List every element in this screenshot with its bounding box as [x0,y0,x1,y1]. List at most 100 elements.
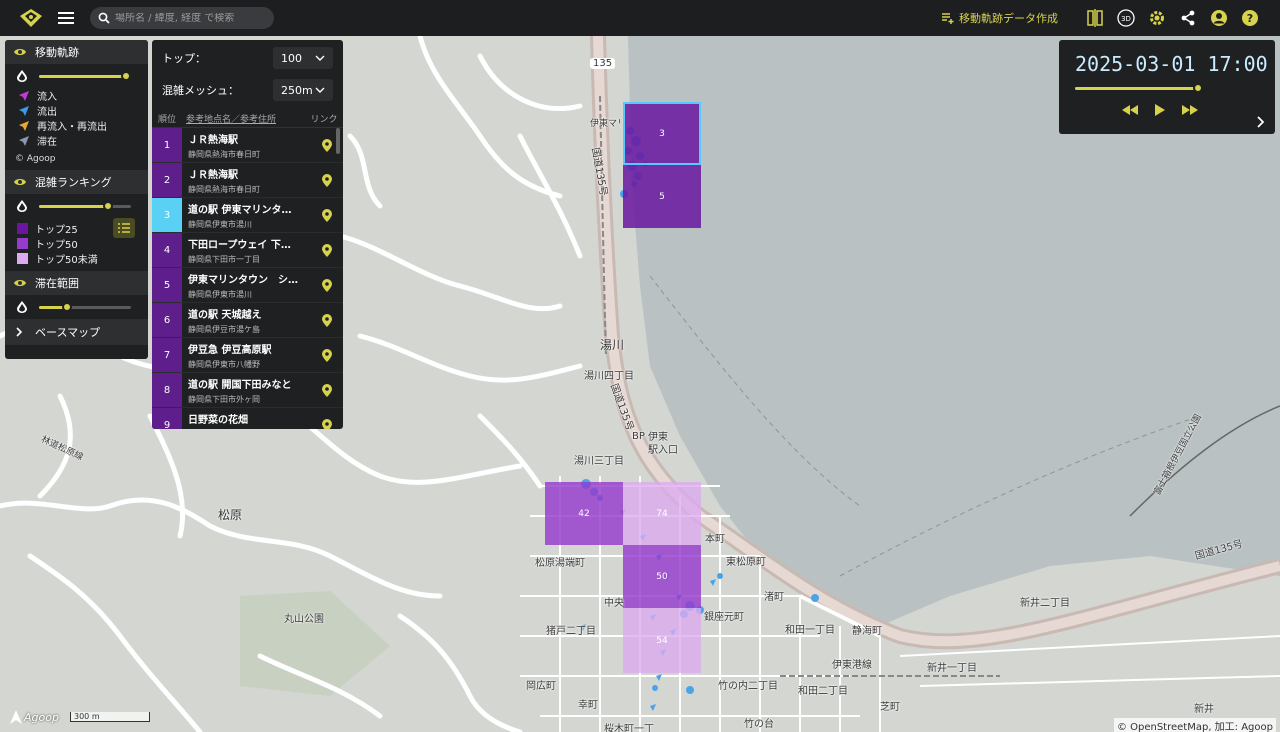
mesh-label: 74 [656,508,668,519]
mesh-label: 3 [659,128,665,139]
ranking-row[interactable]: 2 ＪＲ熱海駅 静岡県熱海市春日町 [152,163,343,198]
location-pin-button[interactable] [311,338,343,372]
layer-header-trajectory[interactable]: 移動軌跡 [5,40,148,64]
split-view-icon[interactable] [1085,8,1105,28]
location-pin-icon [322,138,332,152]
opacity-slider-ranking[interactable] [5,194,148,218]
top-label: トップ： [162,52,206,65]
col-link: リンク [310,115,338,125]
trajectory-legend-label: 流出 [37,107,57,118]
location-pin-button[interactable] [311,198,343,232]
ranking-list-button[interactable] [113,218,135,238]
map-label-shizumi: 静海町 [852,626,882,637]
location-pin-button[interactable] [311,303,343,337]
location-pin-button[interactable] [311,408,343,429]
layer-header-ranking[interactable]: 混雑ランキング [5,170,148,194]
mesh-select[interactable]: 250m [273,79,333,101]
time-slider-knob[interactable] [1193,83,1204,93]
ranking-row[interactable]: 7 伊豆急 伊豆高原駅 静岡県伊東市八幡野 [152,338,343,373]
search-icon [98,12,110,24]
mesh-cell-rank-54[interactable]: 54 [623,608,701,673]
settings-icon[interactable] [1147,8,1167,28]
ranking-row[interactable]: 6 道の駅 天城越え 静岡県伊豆市湯ケ島 [152,303,343,338]
rank-place: 日野菜の花畑 静岡県南伊豆町 [182,408,311,429]
ranking-row[interactable]: 5 伊東マリンタウン シ… 静岡県伊東市湯川 [152,268,343,303]
mesh-cell-rank-42[interactable]: 42 [545,482,623,545]
mesh-cell-rank-5[interactable]: 5 [623,165,701,228]
eye-icon[interactable] [13,47,27,57]
col-rank: 順位 [157,115,176,125]
arrow-icon [19,135,29,146]
top-select[interactable]: 100 [273,47,333,69]
map-label-maruyama: 丸山公園 [284,614,324,625]
map-label-yukawa4: 湯川四丁目 [584,371,634,382]
ranking-row[interactable]: 4 下田ロープウェイ 下… 静岡県下田市一丁目 [152,233,343,268]
trajectory-legend-item: 再流入・再流出 [5,118,148,133]
col-place[interactable]: 参考地点名／参考住所 [182,112,305,125]
opacity-slider-stay[interactable] [5,295,148,319]
help-icon[interactable]: ? [1240,8,1260,28]
play-button[interactable] [1151,102,1169,118]
ranking-list[interactable]: 1 ＪＲ熱海駅 静岡県熱海市春日町 2 ＪＲ熱海駅 静岡県熱海市春日町 3 道の… [152,128,343,429]
3d-icon[interactable]: 3D [1116,8,1136,28]
mesh-label: 42 [578,508,590,519]
opacity-slider-trajectory[interactable] [5,64,148,88]
play-icon [1155,104,1165,116]
search-input[interactable] [115,12,265,24]
rank-place-address: 静岡県伊東市湯川 [188,289,252,299]
location-pin-button[interactable] [311,233,343,267]
app-logo-icon[interactable] [18,7,44,29]
menu-icon[interactable] [58,12,74,24]
rank-number: 9 [152,408,182,429]
mesh-cell-rank-50[interactable]: 50 [623,545,701,608]
rank-place-name: ＪＲ熱海駅 [188,169,238,181]
mesh-cell-rank-74[interactable]: 74 [623,482,701,545]
time-slider[interactable] [1075,83,1204,93]
map-label-yukawa3: 湯川三丁目 [574,456,624,467]
eye-icon[interactable] [13,278,27,288]
location-pin-button[interactable] [311,373,343,407]
rank-place-name: 日野菜の花畑 [188,414,248,426]
rank-place: 下田ロープウェイ 下… 静岡県下田市一丁目 [182,233,311,267]
ranking-legend-item: トップ50未満 [5,251,148,266]
slider-knob[interactable] [103,200,113,211]
account-icon[interactable] [1209,8,1229,28]
map-label-ito-port: 伊東港線 [832,660,872,671]
list-icon [118,223,130,233]
rewind-button[interactable] [1121,102,1139,118]
slider-knob[interactable] [61,301,72,312]
ranking-scrollbar[interactable] [336,128,340,154]
location-pin-button[interactable] [311,163,343,197]
chevron-right-icon[interactable] [1255,116,1265,128]
ranking-row[interactable]: 1 ＪＲ熱海駅 静岡県熱海市春日町 [152,128,343,163]
create-trajectory-button[interactable]: 移動軌跡データ作成 [941,10,1058,26]
map-label-takenouchi: 竹の内二丁目 [718,681,778,692]
chevron-right-icon [16,327,23,337]
map-label-ginza: 銀座元町 [704,612,744,623]
ranking-row[interactable]: 8 道の駅 開国下田みなと 静岡県下田市外ヶ岡 [152,373,343,408]
location-pin-button[interactable] [311,268,343,302]
fast-forward-button[interactable] [1181,102,1199,118]
map-label-naka: 中央 [604,598,624,609]
share-icon[interactable] [1178,8,1198,28]
search-box[interactable] [90,7,274,29]
rank-place: 伊豆急 伊豆高原駅 静岡県伊東市八幡野 [182,338,311,372]
eye-icon[interactable] [13,177,27,187]
rank-number: 7 [152,338,182,372]
mesh-select-value: 250m [281,83,313,97]
basemap-toggle[interactable]: ベースマップ [5,319,148,345]
rank-place-address: 静岡県熱海市春日町 [188,184,260,194]
agoop-logo-text: Agoop [24,710,59,724]
ranking-row[interactable]: 9 日野菜の花畑 静岡県南伊豆町 [152,408,343,429]
mesh-cell-rank-3[interactable]: 3 [623,102,701,165]
rank-place: 道の駅 伊東マリンタ… 静岡県伊東市湯川 [182,198,311,232]
map-attribution[interactable]: © OpenStreetMap, 加工: Agoop [1113,718,1276,732]
legend-swatch [17,223,28,234]
rank-place-address: 静岡県伊東市湯川 [188,219,252,229]
rank-place-name: ＪＲ熱海駅 [188,134,238,146]
legend-swatch [17,238,28,249]
slider-knob[interactable] [121,70,132,81]
ranking-legend-label: トップ25 [35,225,78,236]
layer-header-stay[interactable]: 滞在範囲 [5,271,148,295]
ranking-row[interactable]: 3 道の駅 伊東マリンタ… 静岡県伊東市湯川 [152,198,343,233]
